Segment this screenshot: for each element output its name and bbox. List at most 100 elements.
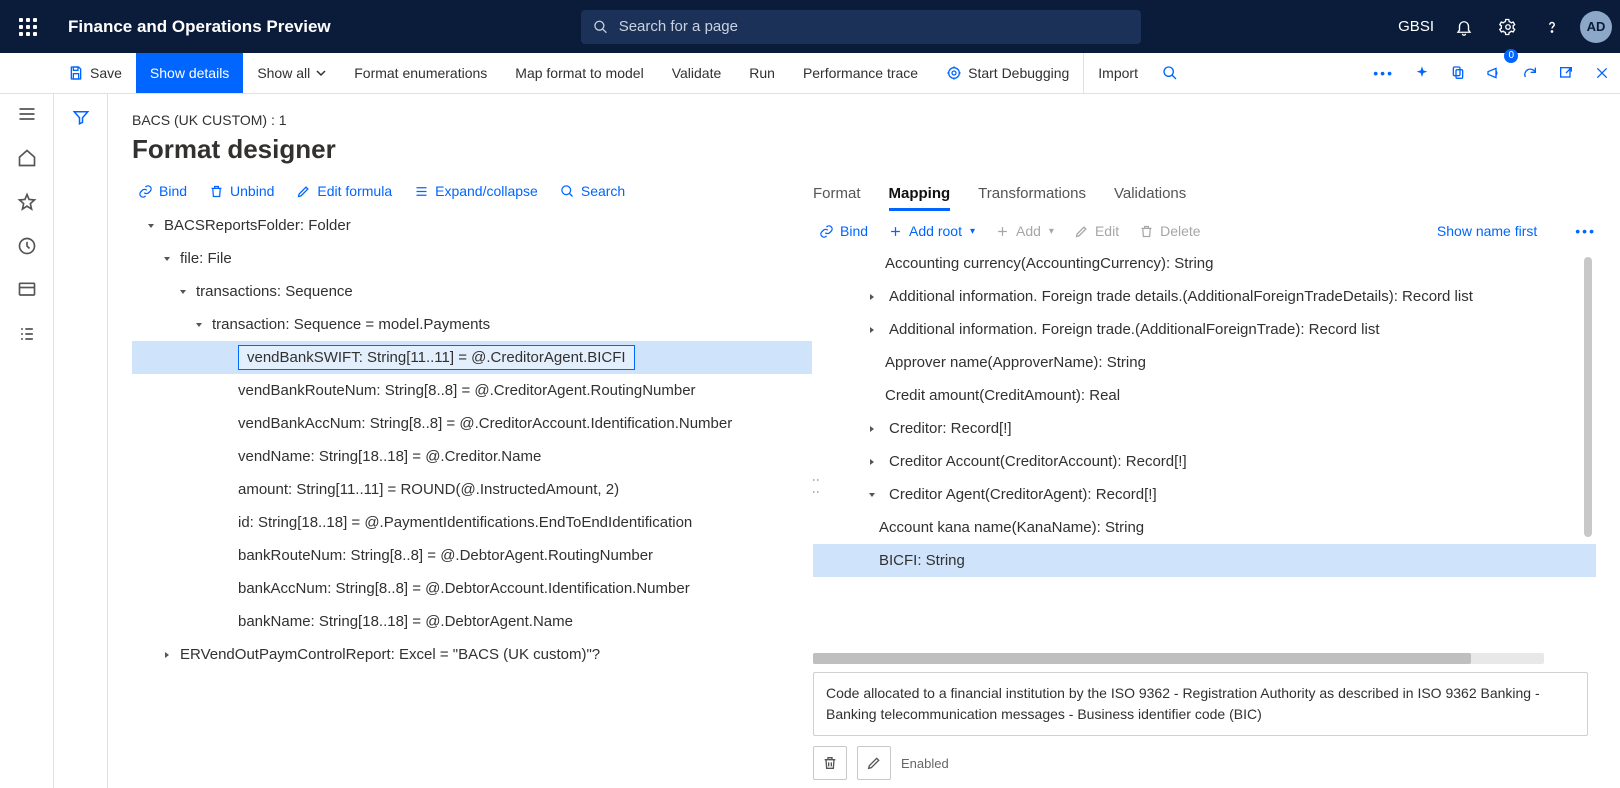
bell-icon bbox=[1455, 18, 1473, 36]
edit-binding-button[interactable] bbox=[857, 746, 891, 780]
show-all-button[interactable]: Show all bbox=[243, 53, 340, 93]
format-enumerations-button[interactable]: Format enumerations bbox=[340, 53, 501, 93]
modules-icon[interactable] bbox=[17, 324, 37, 344]
notifications-button[interactable] bbox=[1444, 7, 1484, 47]
main-area: BACS (UK CUSTOM) : 1 Format designer Bin… bbox=[0, 94, 1620, 788]
home-icon[interactable] bbox=[17, 148, 37, 168]
run-button[interactable]: Run bbox=[735, 53, 789, 93]
help-button[interactable] bbox=[1532, 7, 1572, 47]
perf-trace-label: Performance trace bbox=[803, 65, 918, 81]
link-icon bbox=[819, 224, 834, 239]
format-tree-node[interactable]: vendBankAccNum: String[8..8] = @.Credito… bbox=[132, 407, 812, 440]
collapse-icon[interactable] bbox=[176, 285, 190, 299]
tree-search-button[interactable]: Search bbox=[560, 183, 625, 199]
show-details-button[interactable]: Show details bbox=[136, 53, 243, 93]
node-label: bankRouteNum: String[8..8] = @.DebtorAge… bbox=[238, 547, 653, 564]
mapping-tree-node[interactable]: Creditor Agent(CreditorAgent): Record[!] bbox=[813, 478, 1596, 511]
mapping-tree-node[interactable]: Additional information. Foreign trade de… bbox=[813, 280, 1596, 313]
vertical-scrollbar[interactable] bbox=[1584, 257, 1592, 537]
map-bind-button[interactable]: Bind bbox=[819, 223, 868, 239]
horizontal-scrollbar[interactable] bbox=[813, 653, 1544, 664]
collapse-icon[interactable] bbox=[160, 252, 174, 266]
expand-collapse-button[interactable]: Expand/collapse bbox=[414, 183, 538, 199]
format-tree-node[interactable]: BACSReportsFolder: Folder bbox=[132, 209, 812, 242]
format-tree-node[interactable]: bankAccNum: String[8..8] = @.DebtorAccou… bbox=[132, 572, 812, 605]
app-launcher-button[interactable] bbox=[8, 7, 48, 47]
node-label: vendBankAccNum: String[8..8] = @.Credito… bbox=[238, 415, 732, 432]
ai-button[interactable] bbox=[1404, 53, 1440, 93]
tab-format[interactable]: Format bbox=[813, 185, 861, 211]
collapse-icon[interactable] bbox=[192, 318, 206, 332]
expand-icon[interactable] bbox=[865, 455, 879, 469]
format-tree-node[interactable]: file: File bbox=[132, 242, 812, 275]
scrollbar-thumb[interactable] bbox=[813, 653, 1471, 664]
expand-icon[interactable] bbox=[160, 648, 174, 662]
mapping-tree-node[interactable]: Additional information. Foreign trade.(A… bbox=[813, 313, 1596, 346]
add-root-button[interactable]: Add root ▾ bbox=[888, 223, 975, 239]
mapping-tree-node[interactable]: Approver name(ApproverName): String bbox=[813, 346, 1596, 379]
format-tree-node[interactable]: amount: String[11..11] = ROUND(@.Instruc… bbox=[132, 473, 812, 506]
mapping-tree-node[interactable]: Creditor: Record[!] bbox=[813, 412, 1596, 445]
performance-trace-button[interactable]: Performance trace bbox=[789, 53, 932, 93]
validate-label: Validate bbox=[672, 65, 722, 81]
map-format-button[interactable]: Map format to model bbox=[501, 53, 657, 93]
format-tree-node[interactable]: vendBankRouteNum: String[8..8] = @.Credi… bbox=[132, 374, 812, 407]
format-tree-node[interactable]: id: String[18..18] = @.PaymentIdentifica… bbox=[132, 506, 812, 539]
format-tree-node[interactable]: transaction: Sequence = model.Payments bbox=[132, 308, 812, 341]
collapse-icon[interactable] bbox=[144, 219, 158, 233]
mapping-tree[interactable]: Accounting currency(AccountingCurrency):… bbox=[813, 247, 1596, 649]
mapping-tree-node[interactable]: BICFI: String bbox=[813, 544, 1596, 577]
global-search[interactable] bbox=[581, 10, 1141, 44]
search-input[interactable] bbox=[617, 17, 1130, 36]
close-button[interactable] bbox=[1584, 53, 1620, 93]
feedback-button[interactable]: 0 bbox=[1476, 53, 1512, 93]
mapping-tree-node[interactable]: Credit amount(CreditAmount): Real bbox=[813, 379, 1596, 412]
add-label: Add bbox=[1016, 223, 1041, 239]
edit-formula-label: Edit formula bbox=[317, 183, 392, 199]
mapping-more-button[interactable]: ••• bbox=[1575, 223, 1596, 239]
format-tree-node[interactable]: bankName: String[18..18] = @.DebtorAgent… bbox=[132, 605, 812, 638]
mapping-tree-node[interactable]: Account kana name(KanaName): String bbox=[813, 511, 1596, 544]
refresh-button[interactable] bbox=[1512, 53, 1548, 93]
save-button[interactable]: Save bbox=[54, 53, 136, 93]
company-picker[interactable]: GBSI bbox=[1392, 18, 1440, 35]
search-command-button[interactable] bbox=[1152, 53, 1188, 93]
expand-icon[interactable] bbox=[865, 323, 879, 337]
format-tree-node[interactable]: ERVendOutPaymControlReport: Excel = "BAC… bbox=[132, 638, 812, 671]
node-label: Credit amount(CreditAmount): Real bbox=[885, 387, 1120, 404]
format-tree-node[interactable]: vendName: String[18..18] = @.Creditor.Na… bbox=[132, 440, 812, 473]
settings-button[interactable] bbox=[1488, 7, 1528, 47]
attach-button[interactable] bbox=[1440, 53, 1476, 93]
filter-icon[interactable] bbox=[72, 108, 90, 126]
workspace-icon[interactable] bbox=[17, 280, 37, 300]
mapping-tree-node[interactable]: Accounting currency(AccountingCurrency):… bbox=[813, 247, 1596, 280]
node-label: amount: String[11..11] = ROUND(@.Instruc… bbox=[238, 481, 619, 498]
recent-icon[interactable] bbox=[17, 236, 37, 256]
expand-icon[interactable] bbox=[865, 290, 879, 304]
hamburger-icon[interactable] bbox=[17, 104, 37, 124]
bind-button[interactable]: Bind bbox=[138, 183, 187, 199]
search-icon bbox=[1162, 65, 1178, 81]
format-tree-node[interactable]: transactions: Sequence bbox=[132, 275, 812, 308]
mapping-tree-node[interactable]: Creditor Account(CreditorAccount): Recor… bbox=[813, 445, 1596, 478]
star-icon[interactable] bbox=[17, 192, 37, 212]
more-commands-button[interactable]: ••• bbox=[1363, 53, 1404, 93]
collapse-icon[interactable] bbox=[865, 488, 879, 502]
format-tree-node[interactable]: vendBankSWIFT: String[11..11] = @.Credit… bbox=[132, 341, 812, 374]
format-tree-node[interactable]: bankRouteNum: String[8..8] = @.DebtorAge… bbox=[132, 539, 812, 572]
format-tree[interactable]: BACSReportsFolder: Folderfile: Filetrans… bbox=[132, 209, 812, 788]
edit-formula-button[interactable]: Edit formula bbox=[296, 183, 392, 199]
validate-button[interactable]: Validate bbox=[658, 53, 736, 93]
expand-icon[interactable] bbox=[865, 422, 879, 436]
tab-transformations[interactable]: Transformations bbox=[978, 185, 1086, 211]
user-avatar[interactable]: AD bbox=[1580, 11, 1612, 43]
tab-validations[interactable]: Validations bbox=[1114, 185, 1186, 211]
popout-button[interactable] bbox=[1548, 53, 1584, 93]
start-debugging-button[interactable]: Start Debugging bbox=[932, 53, 1083, 93]
tab-mapping[interactable]: Mapping bbox=[889, 185, 951, 211]
show-name-first-button[interactable]: Show name first bbox=[1437, 223, 1537, 239]
link-icon bbox=[138, 184, 153, 199]
delete-binding-button[interactable] bbox=[813, 746, 847, 780]
unbind-button[interactable]: Unbind bbox=[209, 183, 274, 199]
import-button[interactable]: Import bbox=[1083, 53, 1152, 93]
